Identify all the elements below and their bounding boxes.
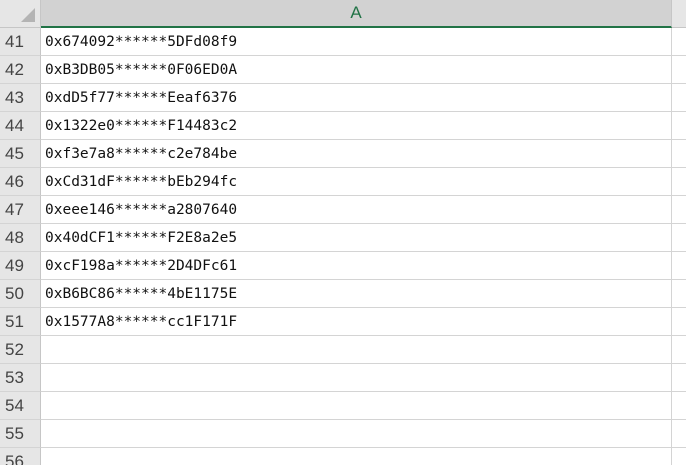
row-header[interactable]: 53	[0, 364, 41, 392]
row-header[interactable]: 48	[0, 224, 41, 252]
cell-b-edge[interactable]	[672, 448, 686, 465]
column-header-a[interactable]: A	[41, 0, 672, 28]
spreadsheet: A 41 0x674092******5DFd08f9 42 0xB3DB05****…	[0, 0, 686, 465]
row-header[interactable]: 41	[0, 28, 41, 56]
table-row: 55	[0, 420, 686, 448]
cell-a[interactable]: 0x40dCF1******F2E8a2e5	[41, 224, 672, 252]
cell-b-edge[interactable]	[672, 252, 686, 280]
cell-b-edge[interactable]	[672, 364, 686, 392]
table-row: 50 0xB6BC86******4bE1175E	[0, 280, 686, 308]
row-header[interactable]: 50	[0, 280, 41, 308]
cell-a[interactable]	[41, 448, 672, 465]
table-row: 48 0x40dCF1******F2E8a2e5	[0, 224, 686, 252]
cell-b-edge[interactable]	[672, 308, 686, 336]
cell-b-edge[interactable]	[672, 392, 686, 420]
table-row: 43 0xdD5f77******Eeaf6376	[0, 84, 686, 112]
cell-a[interactable]: 0xdD5f77******Eeaf6376	[41, 84, 672, 112]
cell-grid: 41 0x674092******5DFd08f9 42 0xB3DB05******…	[0, 28, 686, 465]
cell-a[interactable]	[41, 392, 672, 420]
cell-b-edge[interactable]	[672, 168, 686, 196]
cell-a[interactable]	[41, 420, 672, 448]
table-row: 56	[0, 448, 686, 465]
cell-a[interactable]: 0xCd31dF******bEb294fc	[41, 168, 672, 196]
cell-b-edge[interactable]	[672, 140, 686, 168]
cell-a[interactable]: 0xB3DB05******0F06ED0A	[41, 56, 672, 84]
select-all-triangle-icon	[21, 8, 35, 22]
cell-b-edge[interactable]	[672, 336, 686, 364]
cell-b-edge[interactable]	[672, 196, 686, 224]
table-row: 49 0xcF198a******2D4DFc61	[0, 252, 686, 280]
table-row: 42 0xB3DB05******0F06ED0A	[0, 56, 686, 84]
table-row: 51 0x1577A8******cc1F171F	[0, 308, 686, 336]
row-header[interactable]: 52	[0, 336, 41, 364]
table-row: 44 0x1322e0******F14483c2	[0, 112, 686, 140]
cell-a[interactable]: 0x1322e0******F14483c2	[41, 112, 672, 140]
cell-a[interactable]	[41, 364, 672, 392]
row-header[interactable]: 56	[0, 448, 41, 465]
row-header[interactable]: 42	[0, 56, 41, 84]
row-header[interactable]: 55	[0, 420, 41, 448]
cell-a[interactable]	[41, 336, 672, 364]
column-header-row: A	[0, 0, 686, 28]
row-header[interactable]: 49	[0, 252, 41, 280]
cell-b-edge[interactable]	[672, 28, 686, 56]
cell-a[interactable]: 0xcF198a******2D4DFc61	[41, 252, 672, 280]
row-header[interactable]: 51	[0, 308, 41, 336]
table-row: 52	[0, 336, 686, 364]
row-header[interactable]: 46	[0, 168, 41, 196]
table-row: 45 0xf3e7a8******c2e784be	[0, 140, 686, 168]
row-header[interactable]: 54	[0, 392, 41, 420]
cell-b-edge[interactable]	[672, 112, 686, 140]
cell-a[interactable]: 0xB6BC86******4bE1175E	[41, 280, 672, 308]
cell-b-edge[interactable]	[672, 56, 686, 84]
cell-b-edge[interactable]	[672, 224, 686, 252]
cell-a[interactable]: 0xf3e7a8******c2e784be	[41, 140, 672, 168]
table-row: 54	[0, 392, 686, 420]
row-header[interactable]: 47	[0, 196, 41, 224]
table-row: 47 0xeee146******a2807640	[0, 196, 686, 224]
column-header-b-edge[interactable]	[672, 0, 686, 28]
table-row: 46 0xCd31dF******bEb294fc	[0, 168, 686, 196]
table-row: 41 0x674092******5DFd08f9	[0, 28, 686, 56]
row-header[interactable]: 43	[0, 84, 41, 112]
cell-a[interactable]: 0xeee146******a2807640	[41, 196, 672, 224]
cell-b-edge[interactable]	[672, 420, 686, 448]
cell-b-edge[interactable]	[672, 84, 686, 112]
table-row: 53	[0, 364, 686, 392]
select-all-button[interactable]	[0, 0, 41, 28]
cell-b-edge[interactable]	[672, 280, 686, 308]
cell-a[interactable]: 0x674092******5DFd08f9	[41, 28, 672, 56]
row-header[interactable]: 45	[0, 140, 41, 168]
row-header[interactable]: 44	[0, 112, 41, 140]
cell-a[interactable]: 0x1577A8******cc1F171F	[41, 308, 672, 336]
